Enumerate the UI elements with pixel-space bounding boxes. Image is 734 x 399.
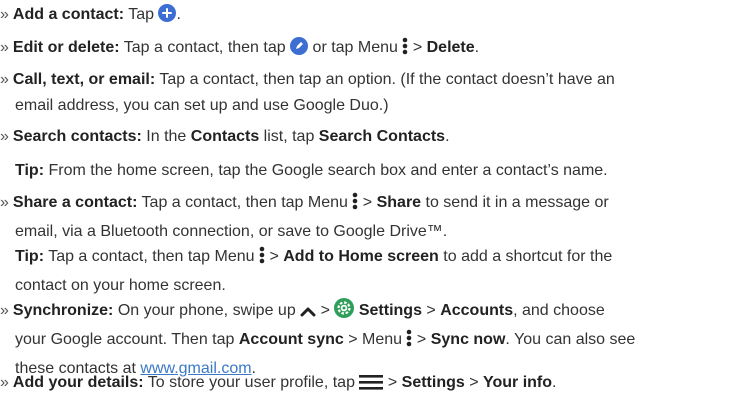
tip-text: Tap a contact, then tap Menu: [44, 248, 259, 265]
item-text-end: .: [474, 39, 480, 56]
hamburger-menu-icon: [359, 373, 384, 399]
item-text: , and choose: [513, 302, 605, 319]
tip-label: Tip:: [15, 248, 45, 265]
list-item-add-contact: » Add a contact: Tap .: [0, 2, 734, 31]
list-item-search-contacts: » Search contacts: In the Contacts list, …: [0, 124, 734, 150]
tip-text: to add a shortcut for the: [438, 248, 613, 265]
bullet: »: [0, 71, 9, 88]
item-label: Share a contact:: [12, 194, 138, 211]
item-text: >: [421, 302, 441, 319]
item-bold: Contacts: [190, 128, 260, 145]
item-bold: Account sync: [238, 331, 344, 348]
item-label: Add a contact:: [12, 6, 125, 23]
tip-text-line2: contact on your home screen.: [15, 277, 226, 294]
bullet: »: [0, 194, 9, 211]
item-text: On your phone, swipe up: [113, 302, 301, 319]
item-text: list, tap: [259, 128, 319, 145]
item-bold: Your info: [483, 374, 553, 391]
list-item-add-details: » Add your details: To store your user pr…: [0, 370, 734, 399]
edit-pencil-icon: [290, 37, 309, 64]
help-document: » Add a contact: Tap . » Edit or delete: T…: [0, 0, 734, 398]
tip-label: Tip:: [15, 162, 45, 179]
list-item-edit-delete: » Edit or delete: Tap a contact, then tap…: [0, 35, 734, 64]
item-text-end: .: [552, 374, 557, 391]
tip-text: From the home screen, tap the Google sea…: [44, 162, 608, 179]
item-text-end: .: [445, 128, 450, 145]
item-text: . You can also see: [505, 331, 636, 348]
bullet: »: [0, 128, 9, 145]
item-text: or tap Menu: [308, 39, 403, 56]
list-item-call-text-email: » Call, text, or email: Tap a contact, th…: [0, 67, 734, 119]
item-text: > Menu: [343, 331, 407, 348]
item-text: Tap a contact, then tap an option. (If t…: [155, 71, 615, 88]
item-bold: Search Contacts: [318, 128, 446, 145]
item-label: Edit or delete:: [12, 39, 120, 56]
item-label: Search contacts:: [12, 128, 142, 145]
item-text: In the: [141, 128, 191, 145]
item-text: Tap a contact, then tap Menu: [137, 194, 353, 211]
list-item-share-contact: » Share a contact: Tap a contact, then ta…: [0, 190, 734, 245]
tip-add-home-screen: Tip: Tap a contact, then tap Menu > Add …: [15, 244, 730, 299]
item-text-end: .: [176, 6, 181, 23]
add-icon: [158, 4, 177, 31]
item-bold: Settings: [358, 302, 422, 319]
item-text: >: [383, 374, 402, 391]
item-label: Add your details:: [12, 374, 144, 391]
item-text-line2: email address, you can set up and use Go…: [15, 97, 389, 114]
tip-text: >: [265, 248, 284, 265]
item-text: >: [408, 39, 427, 56]
tip-bold: Add to Home screen: [283, 248, 439, 265]
item-bold: Accounts: [440, 302, 514, 319]
item-text: >: [464, 374, 483, 391]
item-text: >: [316, 302, 335, 319]
swipe-up-chevron-icon: [300, 301, 316, 327]
item-text: to send it in a message or: [421, 194, 609, 211]
tip-home-search: Tip: From the home screen, tap the Googl…: [15, 158, 730, 184]
item-bold: Sync now: [430, 331, 506, 348]
item-label: Call, text, or email:: [12, 71, 156, 88]
item-text: your Google account. Then tap: [15, 331, 239, 348]
bullet: »: [0, 302, 9, 319]
item-text-line2: email, via a Bluetooth connection, or sa…: [15, 223, 448, 240]
item-bold: Settings: [401, 374, 465, 391]
item-text: Tap a contact, then tap: [119, 39, 291, 56]
item-text: >: [358, 194, 377, 211]
settings-gear-icon: [334, 298, 355, 327]
item-text: To store your user profile, tap: [143, 374, 360, 391]
item-text: >: [412, 331, 431, 348]
item-text: Tap: [124, 6, 159, 23]
item-label: Synchronize:: [12, 302, 114, 319]
item-bold: Share: [376, 194, 422, 211]
bullet: »: [0, 374, 9, 391]
item-bold: Delete: [426, 39, 475, 56]
bullet: »: [0, 6, 9, 23]
bullet: »: [0, 39, 9, 56]
